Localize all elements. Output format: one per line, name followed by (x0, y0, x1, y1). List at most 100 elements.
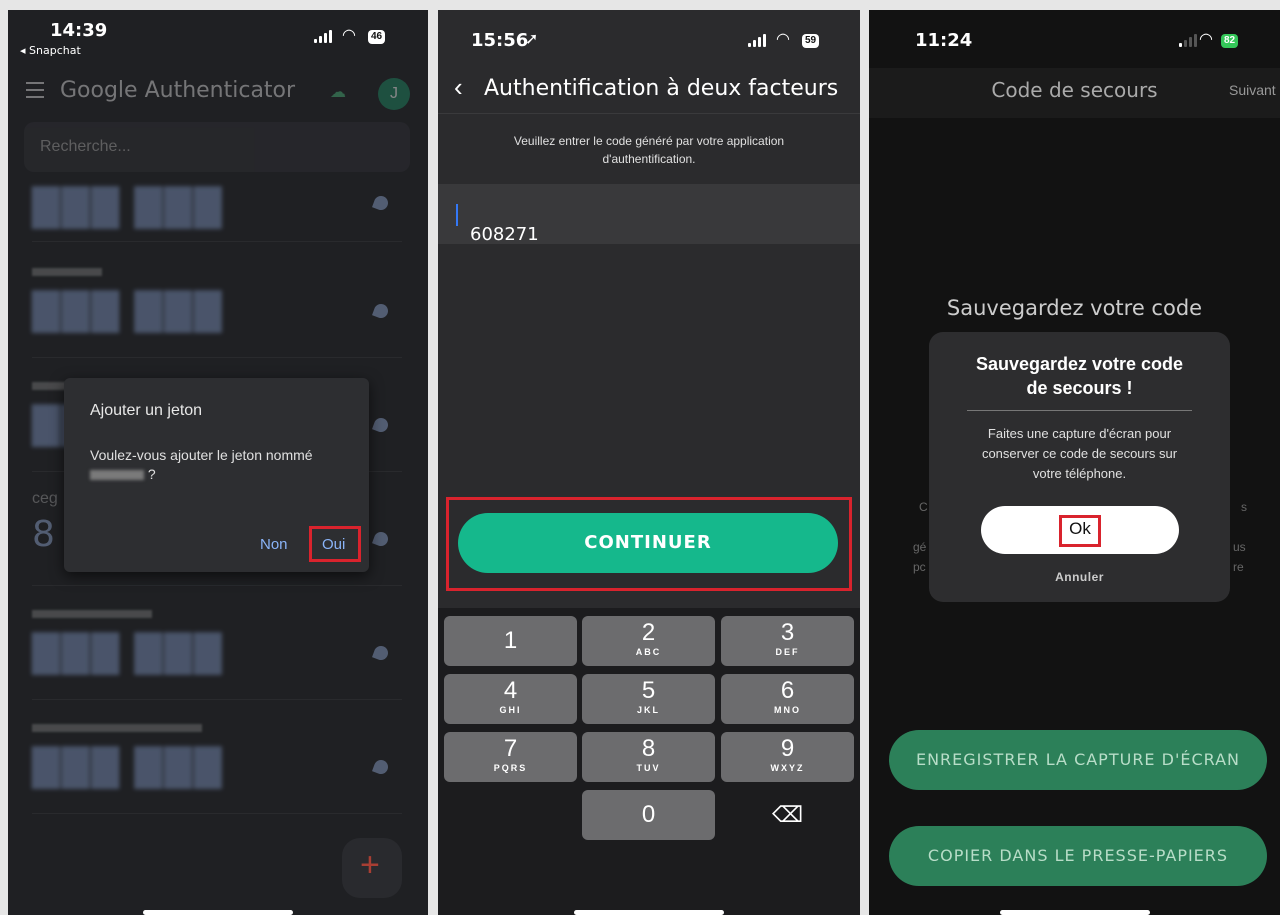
signal-icon (748, 34, 766, 47)
ok-button[interactable]: Ok (981, 506, 1179, 554)
code-value: 608271 (470, 224, 539, 245)
instruction-text: Veuillez entrer le code généré par votre… (478, 132, 820, 168)
two-factor-screen: 15:56 ➚ ◠ 59 ‹ Authentification à deux f… (438, 10, 860, 915)
key-2[interactable]: 2 ABC (582, 616, 715, 666)
status-bar: 15:56 ➚ ◠ 59 (438, 10, 860, 62)
status-time: 11:24 (915, 30, 973, 51)
status-bar: 11:24 ◠ 82 (869, 10, 1280, 62)
background-text-fragment: gé (913, 540, 927, 554)
add-token-dialog: Ajouter un jeton Voulez-vous ajouter le … (64, 378, 369, 572)
key-7[interactable]: 7 PQRS (444, 732, 577, 782)
wifi-icon: ◠ (342, 27, 356, 44)
add-icon: + (360, 846, 380, 884)
countdown-pie-icon (372, 644, 390, 662)
key-1[interactable]: 1 (444, 616, 577, 666)
text-caret (456, 204, 458, 226)
home-indicator (143, 910, 293, 915)
google-authenticator-screen: 14:39 ◂ Snapchat ◠ 46 Google Authenticat… (8, 10, 428, 915)
search-placeholder: Recherche... (40, 138, 131, 155)
key-3[interactable]: 3 DEF (721, 616, 854, 666)
token-code-redacted: ███ ███ (32, 188, 224, 229)
dialog-message: Faites une capture d'écran pour conserve… (949, 424, 1210, 484)
battery-icon: 59 (802, 34, 820, 48)
token-row[interactable]: ███ ███ (32, 702, 402, 814)
background-text-fragment: C (919, 500, 928, 514)
token-code-redacted: ███ ███ (32, 634, 224, 675)
highlight-box (446, 497, 852, 591)
next-button[interactable]: Suivant (1229, 82, 1276, 98)
home-indicator (999, 910, 1150, 915)
location-arrow-icon: ➚ (525, 31, 539, 48)
token-row[interactable]: ███ ███ (32, 246, 402, 358)
add-token-button[interactable]: + (342, 838, 402, 898)
countdown-pie-icon (372, 302, 390, 320)
page-title: Authentification à deux facteurs (484, 76, 839, 101)
cancel-button[interactable]: Annuler (929, 570, 1230, 584)
no-button[interactable]: Non (260, 536, 288, 553)
background-text-fragment: pc (913, 560, 926, 574)
save-screenshot-button[interactable]: ENREGISTRER LA CAPTURE D'ÉCRAN (889, 730, 1267, 790)
countdown-pie-icon (372, 416, 390, 434)
battery-icon: 46 (368, 30, 386, 44)
background-text-fragment: s (1241, 500, 1247, 514)
nav-bar: Code de secours Suivant (869, 68, 1280, 118)
background-text-fragment: re (1233, 560, 1244, 574)
key-6[interactable]: 6 MNO (721, 674, 854, 724)
token-row[interactable]: ███ ███ (32, 588, 402, 700)
background-heading: Sauvegardez votre code (946, 296, 1203, 320)
instruction-line-1: Veuillez entrer le code généré par votre… (513, 134, 785, 148)
delete-key-icon[interactable]: ⌫ (721, 790, 854, 840)
highlight-box (309, 526, 361, 562)
signal-icon (314, 30, 332, 43)
key-9[interactable]: 9 WXYZ (721, 732, 854, 782)
signal-icon (1179, 34, 1197, 47)
wifi-icon: ◠ (1199, 31, 1213, 48)
app-title: Google Authenticator (60, 78, 296, 103)
token-row[interactable]: ███ ███ (32, 180, 402, 242)
wifi-icon: ◠ (776, 31, 790, 48)
dialog-message-line-2: conserver ce code de secours sur (981, 446, 1178, 461)
key-0[interactable]: 0 (582, 790, 715, 840)
battery-charging-icon: 82 (1221, 34, 1239, 48)
status-bar: 14:39 ◂ Snapchat ◠ 46 (8, 10, 428, 62)
dialog-message: Voulez-vous ajouter le jeton nommé ? (90, 446, 350, 484)
key-8[interactable]: 8 TUV (582, 732, 715, 782)
divider (967, 410, 1192, 411)
back-to-app-link[interactable]: ◂ Snapchat (20, 44, 81, 57)
avatar[interactable]: J (378, 78, 410, 110)
home-indicator (574, 910, 724, 915)
copy-to-clipboard-button[interactable]: COPIER DANS LE PRESSE-PAPIERS (889, 826, 1267, 886)
save-backup-code-dialog: Sauvegardez votre code de secours ! Fait… (929, 332, 1230, 602)
key-5[interactable]: 5 JKL (582, 674, 715, 724)
menu-icon[interactable] (26, 82, 44, 103)
search-input[interactable]: Recherche... (24, 122, 410, 172)
app-header: Google Authenticator ☁ J (8, 72, 428, 112)
cloud-sync-icon[interactable]: ☁ (330, 82, 346, 102)
token-code-redacted: ███ ███ (32, 292, 224, 333)
status-time: 15:56 (471, 30, 529, 51)
page-title: Code de secours (991, 78, 1158, 102)
dialog-message-line-1: Faites une capture d'écran pour (987, 426, 1172, 441)
numeric-keypad: 1 2 ABC 3 DEF 4 GHI 5 JKL 6 MNO 7 PQRS 8 TUV 9W… (438, 608, 860, 915)
token-name-redacted (32, 268, 102, 276)
token-name-redacted (90, 470, 144, 481)
dialog-title-line-2: de secours ! (1026, 378, 1133, 398)
token-name: ceg (32, 490, 58, 507)
background-text-fragment: us (1233, 540, 1246, 554)
dialog-message-text: Voulez-vous ajouter le jeton nommé (90, 447, 313, 463)
countdown-pie-icon (372, 758, 390, 776)
dialog-title: Ajouter un jeton (90, 402, 203, 419)
dialog-title: Sauvegardez votre code de secours ! (949, 352, 1210, 400)
countdown-pie-icon (372, 530, 390, 548)
back-chevron-icon[interactable]: ‹ (454, 72, 463, 103)
key-4[interactable]: 4 GHI (444, 674, 577, 724)
code-input[interactable]: 608271 (438, 184, 860, 245)
dialog-title-line-1: Sauvegardez votre code (975, 354, 1184, 374)
dialog-message-line-3: votre téléphone. (1032, 466, 1127, 481)
status-time: 14:39 (50, 20, 108, 41)
token-code-redacted: ███ ███ (32, 748, 224, 789)
token-name-redacted (32, 724, 202, 732)
token-name-redacted (32, 610, 152, 618)
backup-code-screen: 11:24 ◠ 82 Code de secours Suivant Sauve… (869, 10, 1280, 915)
nav-bar: ‹ Authentification à deux facteurs (438, 68, 860, 114)
